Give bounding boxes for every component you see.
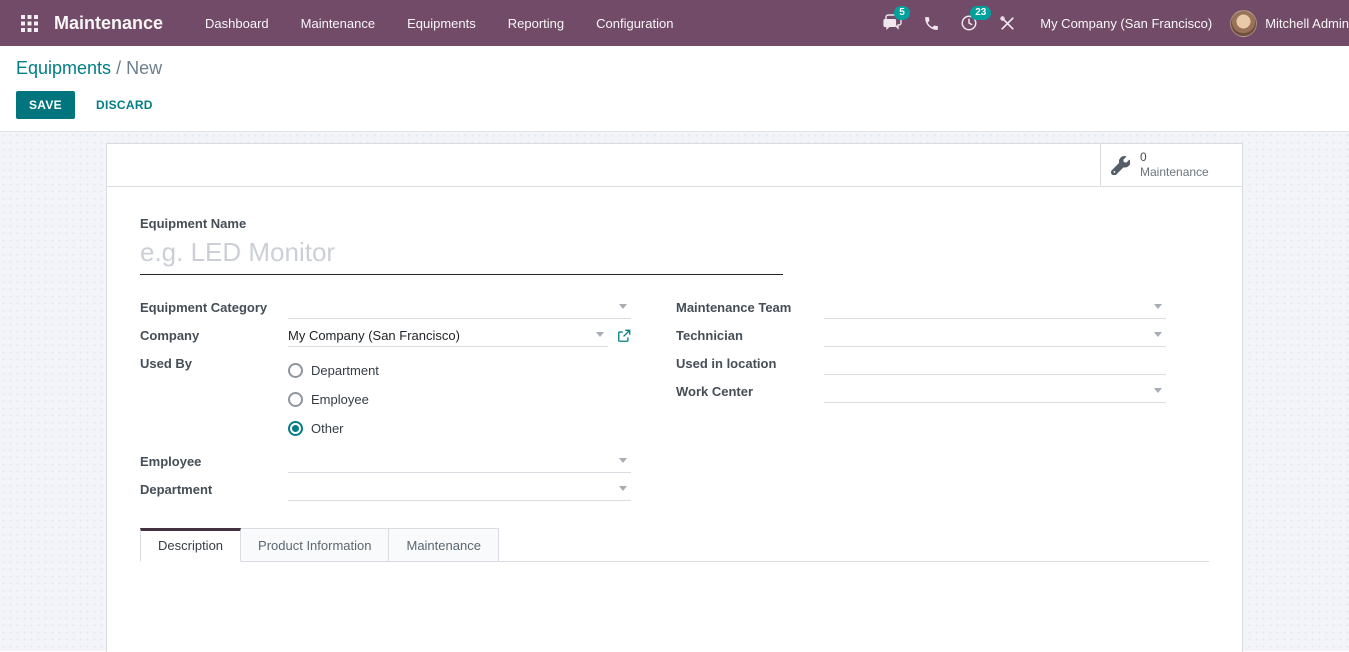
- left-column: Equipment Category Company My C: [140, 297, 631, 507]
- breadcrumb-current: New: [126, 58, 162, 78]
- breadcrumb: Equipments / New: [16, 58, 1333, 79]
- department-row: Department: [140, 479, 631, 507]
- department-field[interactable]: [288, 479, 631, 501]
- chevron-down-icon: [1154, 304, 1162, 309]
- used-by-row: Used By Department Employee: [140, 353, 631, 443]
- company-value: My Company (San Francisco): [288, 328, 460, 343]
- equipment-name-group: Equipment Name: [140, 216, 1209, 275]
- menu-maintenance[interactable]: Maintenance: [285, 0, 391, 46]
- user-name: Mitchell Admin: [1265, 16, 1349, 31]
- radio-employee[interactable]: [288, 392, 303, 407]
- form-header-strip: 0 Maintenance: [107, 144, 1242, 187]
- used-by-label: Used By: [140, 353, 288, 371]
- chevron-down-icon: [619, 304, 627, 309]
- phone-button[interactable]: [912, 0, 950, 46]
- wrench-icon: [1111, 156, 1130, 175]
- used-by-option-department[interactable]: Department: [288, 356, 379, 385]
- maintenance-team-label: Maintenance Team: [676, 297, 824, 315]
- maintenance-team-row: Maintenance Team: [676, 297, 1166, 325]
- company-label: Company: [140, 325, 288, 343]
- breadcrumb-equipments-link[interactable]: Equipments: [16, 58, 111, 78]
- activities-button[interactable]: 23: [950, 0, 988, 46]
- form-sheet: Equipment Name Equipment Category: [107, 187, 1242, 562]
- menu-dashboard[interactable]: Dashboard: [189, 0, 285, 46]
- used-by-option-employee[interactable]: Employee: [288, 385, 379, 414]
- used-by-option-other[interactable]: Other: [288, 414, 379, 443]
- notebook-tabs: Description Product Information Maintena…: [140, 528, 1209, 562]
- description-tab-content[interactable]: [107, 562, 1242, 652]
- technician-row: Technician: [676, 325, 1166, 353]
- user-menu[interactable]: Mitchell Admin: [1230, 10, 1349, 37]
- technician-field[interactable]: [824, 325, 1166, 347]
- tools-button[interactable]: [988, 0, 1026, 46]
- chevron-down-icon: [619, 458, 627, 463]
- content-background: 0 Maintenance Equipment Name Equipment C…: [0, 132, 1349, 651]
- tab-description[interactable]: Description: [140, 528, 241, 562]
- department-label: Department: [140, 479, 288, 497]
- chevron-down-icon: [619, 486, 627, 491]
- apps-menu-icon[interactable]: [12, 0, 46, 46]
- grid-icon: [21, 15, 38, 32]
- used-in-location-row: Used in location: [676, 353, 1166, 381]
- equipment-category-label: Equipment Category: [140, 297, 288, 315]
- app-name[interactable]: Maintenance: [54, 13, 163, 34]
- radio-other[interactable]: [288, 421, 303, 436]
- save-button[interactable]: SAVE: [16, 91, 75, 119]
- maintenance-label: Maintenance: [1140, 165, 1209, 180]
- chevron-down-icon: [596, 332, 604, 337]
- maintenance-count: 0: [1140, 150, 1209, 165]
- menu-reporting[interactable]: Reporting: [492, 0, 580, 46]
- radio-department[interactable]: [288, 363, 303, 378]
- maintenance-team-field[interactable]: [824, 297, 1166, 319]
- control-panel: Equipments / New SAVE DISCARD: [0, 46, 1349, 132]
- tab-maintenance[interactable]: Maintenance: [389, 528, 498, 562]
- right-column: Maintenance Team Technician: [676, 297, 1166, 409]
- used-in-location-field[interactable]: [824, 353, 1166, 375]
- equipment-form-card: 0 Maintenance Equipment Name Equipment C…: [106, 143, 1243, 652]
- chevron-down-icon: [1154, 332, 1162, 337]
- top-navbar: Maintenance Dashboard Maintenance Equipm…: [0, 0, 1349, 46]
- external-link-icon: [617, 329, 631, 343]
- equipment-name-input[interactable]: [140, 235, 783, 275]
- discard-button[interactable]: DISCARD: [83, 91, 166, 119]
- user-avatar: [1230, 10, 1257, 37]
- company-field[interactable]: My Company (San Francisco): [288, 325, 608, 347]
- technician-label: Technician: [676, 325, 824, 343]
- employee-field[interactable]: [288, 451, 631, 473]
- form-action-buttons: SAVE DISCARD: [16, 91, 1333, 119]
- messages-button[interactable]: 5: [874, 0, 912, 46]
- maintenance-smart-button[interactable]: 0 Maintenance: [1100, 144, 1242, 186]
- company-switcher[interactable]: My Company (San Francisco): [1040, 16, 1212, 31]
- menu-configuration[interactable]: Configuration: [580, 0, 689, 46]
- equipment-category-row: Equipment Category: [140, 297, 631, 325]
- equipment-category-field[interactable]: [288, 297, 631, 319]
- chevron-down-icon: [1154, 388, 1162, 393]
- employee-row: Employee: [140, 451, 631, 479]
- wrench-screwdriver-icon: [999, 15, 1016, 32]
- main-menu: Dashboard Maintenance Equipments Reporti…: [189, 0, 689, 46]
- company-external-link-button[interactable]: [617, 329, 631, 343]
- work-center-label: Work Center: [676, 381, 824, 399]
- breadcrumb-separator: /: [116, 58, 121, 78]
- used-by-radio-group: Department Employee Other: [288, 353, 379, 443]
- field-grid: Equipment Category Company My C: [140, 297, 1209, 507]
- employee-label: Employee: [140, 451, 288, 469]
- work-center-field[interactable]: [824, 381, 1166, 403]
- messages-badge: 5: [894, 6, 910, 20]
- used-in-location-label: Used in location: [676, 353, 824, 371]
- company-row: Company My Company (San Francisco): [140, 325, 631, 353]
- menu-equipments[interactable]: Equipments: [391, 0, 492, 46]
- work-center-row: Work Center: [676, 381, 1166, 409]
- equipment-name-label: Equipment Name: [140, 216, 1209, 231]
- navbar-right: 5 23 My Company (San Francisco) Mitchell…: [874, 0, 1349, 46]
- phone-icon: [923, 15, 940, 32]
- tab-product-information[interactable]: Product Information: [241, 528, 389, 562]
